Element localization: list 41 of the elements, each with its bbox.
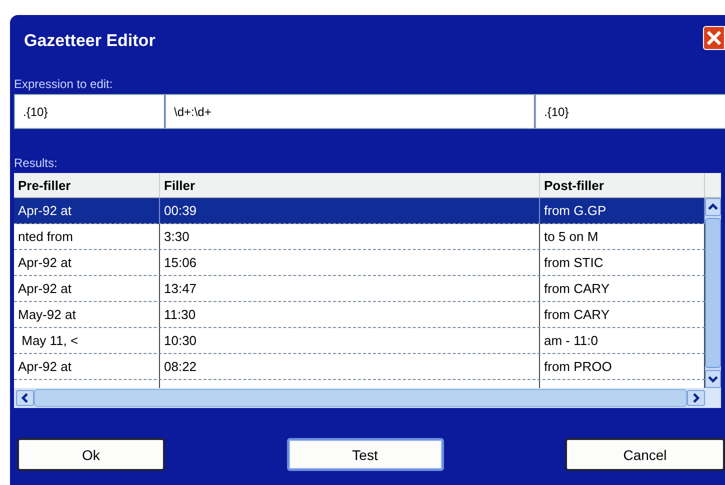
result-row[interactable]: Apr-92 at 15:06 from STIC <box>14 250 705 276</box>
column-header[interactable]: Pre-filler <box>14 173 160 197</box>
table-cell: 15:06 <box>160 250 540 275</box>
vertical-scrollbar[interactable] <box>705 198 721 388</box>
result-row[interactable]: Apr-92 at 13:47 from CARY <box>14 276 705 302</box>
scroll-right-icon[interactable] <box>687 390 705 406</box>
result-row[interactable]: nted from 3:30 to 5 on M <box>14 224 705 250</box>
table-cell: 08:22 <box>160 354 540 379</box>
result-row[interactable]: Apr-92 at 08:22 from PROO <box>14 354 705 380</box>
horizontal-scrollbar[interactable] <box>14 388 721 408</box>
dialog-button[interactable]: Cancel <box>565 438 725 471</box>
table-cell: 10:30 <box>160 328 540 353</box>
table-cell: May-92 at <box>14 302 160 327</box>
result-row[interactable]: May-92 at 11:30 from CARY <box>14 302 705 328</box>
table-cell: 11:30 <box>160 302 540 327</box>
dialog-button[interactable]: Test <box>286 438 444 471</box>
column-header[interactable]: Post-filler <box>540 173 705 197</box>
table-cell: Apr-92 at <box>14 354 160 379</box>
result-row[interactable]: May 11, < 10:30 am - 11:0 <box>14 328 705 354</box>
expression-label: Expression to edit: <box>14 77 114 91</box>
window-title: Gazetteer Editor <box>24 31 156 51</box>
expression-field[interactable]: .{10} <box>14 94 165 129</box>
table-cell: nted from <box>14 224 160 249</box>
expression-field[interactable]: \d+:\d+ <box>165 94 535 129</box>
expression-field[interactable]: .{10} <box>535 94 725 129</box>
result-row[interactable]: Apr-92 at 00:39 from G.GP <box>14 198 705 224</box>
table-cell: 00:39 <box>160 198 540 223</box>
scroll-up-icon[interactable] <box>705 198 721 216</box>
column-header[interactable]: Filler <box>160 173 540 197</box>
dialog-button[interactable]: Ok <box>17 438 165 471</box>
scroll-down-icon[interactable] <box>705 370 721 388</box>
scroll-left-icon[interactable] <box>16 390 34 406</box>
table-cell: 3:30 <box>160 224 540 249</box>
results-label: Results: <box>14 156 58 170</box>
table-cell: May 11, < <box>14 328 160 353</box>
table-cell: Apr-92 at <box>14 198 160 223</box>
table-cell: Apr-92 at <box>14 276 160 301</box>
table-cell: Apr-92 at <box>14 250 160 275</box>
table-cell: 13:47 <box>160 276 540 301</box>
close-icon <box>705 29 723 47</box>
close-button[interactable] <box>703 26 725 50</box>
